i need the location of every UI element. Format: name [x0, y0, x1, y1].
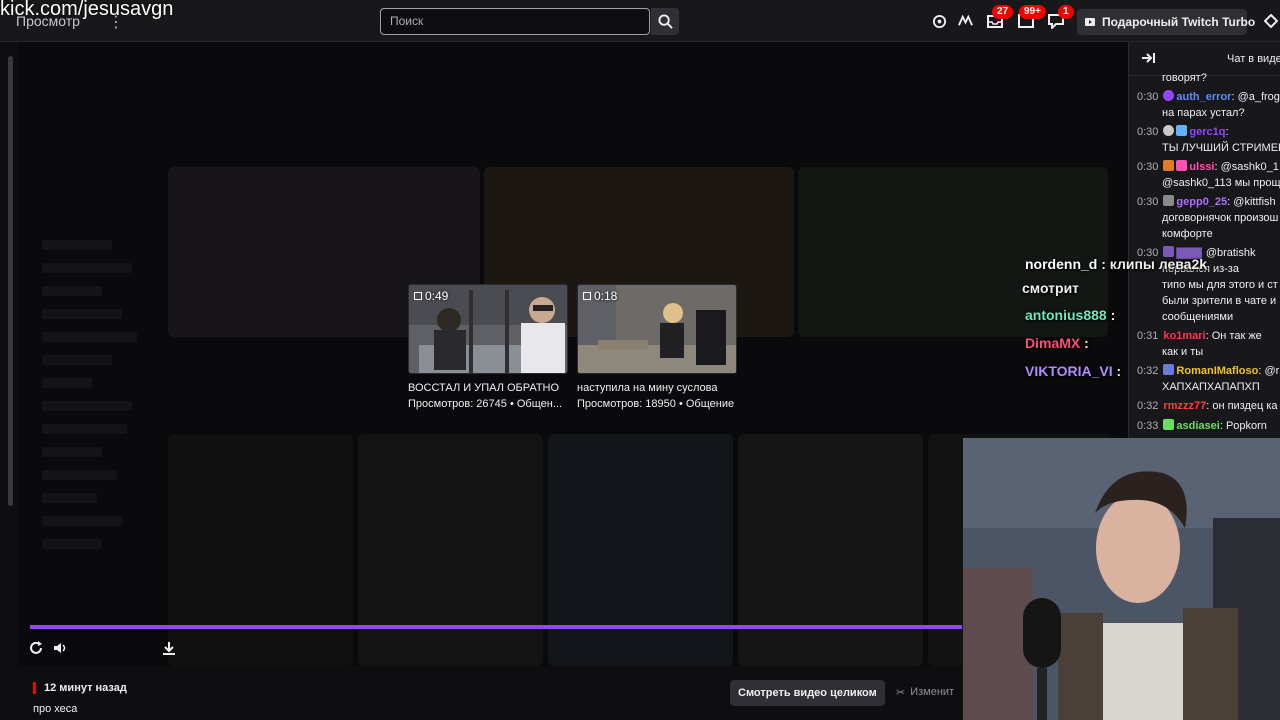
background-short — [548, 434, 733, 666]
chat-message: 0:30 auth_error: @a_frog — [1137, 90, 1280, 103]
chat-badge-icon — [1163, 160, 1175, 171]
chat-message-continuation: ХАПХАПХАПАПХП — [1162, 381, 1260, 393]
clip-description: про хеса — [33, 703, 78, 715]
video-progress-bar[interactable] — [30, 625, 962, 629]
gift-turbo-label: Подарочный Twitch Turbo — [1102, 15, 1256, 29]
clip-time-ago: 12 минут назад — [33, 682, 127, 694]
clip-duration: 0:49 — [414, 289, 448, 303]
volume-icon[interactable] — [52, 640, 68, 656]
chat-panel: Чат в виде говорят? 0:30 auth_error: @a_f… — [1128, 42, 1280, 438]
chat-username[interactable]: asdiasei — [1176, 420, 1219, 432]
chat-username[interactable]: gepp0_25 — [1176, 196, 1227, 208]
background-sidebar — [28, 227, 168, 647]
overlay-chat-message: VIKTORIA_VI : — [1025, 363, 1122, 379]
overlay-chat-message: antonius888 : — [1025, 307, 1116, 323]
clip-views: Просмотров: 26745 • Общен... — [408, 398, 563, 410]
clip-title[interactable]: ВОССТАЛ И УПАЛ ОБРАТНО — [408, 382, 568, 394]
chat-message-continuation: сообщениями — [1162, 311, 1234, 323]
clip-icon — [414, 292, 422, 300]
video-player[interactable]: 0:49 ВОССТАЛ И УПАЛ ОБРАТНО Просмотров: … — [18, 42, 1128, 666]
messages-badge: 99+ — [1019, 5, 1046, 19]
chat-message-continuation: говорят? — [1162, 72, 1207, 84]
chat-message: 0:32 RomanIMafloso: @r — [1137, 364, 1280, 377]
chat-username[interactable]: ulssi — [1189, 161, 1214, 173]
chat-username[interactable]: gerc1q — [1189, 126, 1225, 138]
clip-card[interactable]: 0:49 ВОССТАЛ И УПАЛ ОБРАТНО Просмотров: … — [408, 284, 568, 410]
chat-message: 0:30 ulssi: @sashk0_1 — [1137, 160, 1279, 173]
chat-message: 0:32 rmzzz77: он пиздец ка — [1137, 400, 1278, 412]
stream-url-overlay: kick.com/jesusavgn — [0, 0, 174, 20]
chat-badge-icon — [1176, 125, 1188, 136]
chat-message: 0:33 asdiasei: Popkorn — [1137, 419, 1267, 432]
chat-badge-icon — [1163, 125, 1175, 136]
search-icon — [657, 14, 673, 29]
search-button[interactable] — [651, 8, 679, 35]
inbox-badge: 27 — [992, 5, 1014, 19]
chat-username[interactable]: auth_error — [1176, 91, 1231, 103]
chat-message: 0:30 gerc1q: — [1137, 125, 1229, 138]
chat-message-continuation: на парах устал? — [1162, 107, 1245, 119]
watch-full-video-button[interactable]: Смотреть видео целиком — [730, 680, 885, 706]
chat-message-continuation: @sashk0_113 мы прощ — [1162, 177, 1280, 189]
gift-turbo-button[interactable]: Подарочный Twitch Turbo — [1077, 9, 1255, 35]
background-short — [738, 434, 923, 666]
chat-message-continuation: договорнячок произош — [1162, 212, 1279, 224]
collapse-chat-icon[interactable] — [1141, 51, 1155, 69]
clip-icon — [583, 292, 591, 300]
clip-title[interactable]: наступила на мину суслова — [577, 382, 737, 394]
whispers-badge: 1 — [1058, 5, 1074, 19]
overlay-chat-message: nordenn_d : клипы лева2k — [1025, 256, 1208, 272]
chat-message-continuation: ТЫ ЛУЧШИЙ СТРИМЕР — [1162, 142, 1280, 154]
prime-icon[interactable] — [956, 12, 974, 30]
chat-message: 0:30 gepp0_25: @kittfish — [1137, 195, 1276, 208]
crown-icon[interactable] — [930, 12, 948, 30]
chat-message-continuation: комфорте — [1162, 228, 1213, 240]
chat-message: 0:31 ko1mari: Он так же — [1137, 330, 1262, 342]
webcam-image — [963, 438, 1280, 720]
chat-badge-icon — [1163, 419, 1175, 430]
clip-info-bar — [0, 666, 1128, 720]
download-icon[interactable] — [161, 640, 177, 656]
chat-badge-icon — [1176, 160, 1188, 171]
chat-badge-icon — [1163, 195, 1175, 206]
clip-thumbnail[interactable]: 0:18 — [577, 284, 737, 374]
overlay-chat-message: DimaMX : — [1025, 335, 1089, 351]
chat-badge-icon — [1163, 90, 1175, 101]
clip-duration: 0:18 — [583, 289, 617, 303]
chat-message-continuation: типо мы для этого и ст — [1162, 279, 1278, 291]
chat-message-continuation: были зрители в чате и — [1162, 295, 1277, 307]
chat-badge-icon — [1163, 364, 1175, 375]
bits-icon[interactable] — [1262, 12, 1280, 30]
clip-card[interactable]: 0:18 наступила на мину суслова Просмотро… — [577, 284, 737, 410]
search-input[interactable]: Поиск — [380, 8, 650, 35]
chat-username[interactable]: ko1mari — [1163, 330, 1205, 342]
edit-clip-label: Изменит — [910, 686, 955, 698]
scissors-icon: ✂ — [896, 687, 906, 699]
chat-username[interactable]: RomanIMafloso — [1176, 365, 1258, 377]
replay-icon[interactable] — [28, 640, 44, 656]
chat-username[interactable]: rmzzz77 — [1163, 400, 1206, 412]
chat-message-continuation: как и ты — [1162, 346, 1204, 358]
background-short — [168, 434, 353, 666]
chat-title: Чат в виде — [1227, 53, 1280, 65]
background-short — [358, 434, 543, 666]
clip-views: Просмотров: 18950 • Общение — [577, 398, 735, 410]
gift-icon — [1084, 16, 1096, 31]
top-navigation-bar: Просмотр ⋮ Поиск 27 99+ 1 Подарочный Twi… — [0, 0, 1280, 42]
edit-clip-button[interactable]: ✂ Изменит — [896, 686, 954, 699]
clip-thumbnail[interactable]: 0:49 — [408, 284, 568, 374]
page-scrollbar[interactable] — [8, 56, 13, 506]
webcam-feed — [963, 438, 1280, 720]
overlay-chat-message: смотрит — [1022, 280, 1080, 296]
